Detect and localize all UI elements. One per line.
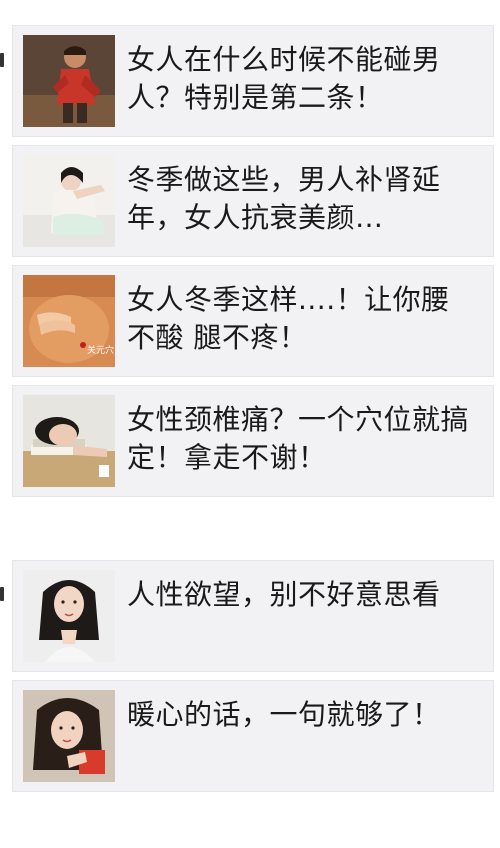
article-title: 女人在什么时候不能碰男人？特别是第二条！ — [127, 43, 441, 114]
abdomen-massage-photo-icon: 关元穴 — [23, 275, 115, 367]
article-card-5[interactable]: 人性欲望，别不好意思看 — [12, 560, 494, 672]
article-card-1[interactable]: 女人在什么时候不能碰男人？特别是第二条！ — [12, 25, 494, 137]
article-title: 冬季做这些，男人补肾延年，女人抗衰美颜… — [127, 163, 441, 234]
article-title: 人性欲望，别不好意思看 — [127, 578, 441, 611]
article-card-2[interactable]: 冬季做这些，男人补肾延年，女人抗衰美颜… — [12, 145, 494, 257]
article-card-6[interactable]: 暖心的话，一句就够了！ — [12, 680, 494, 792]
article-title: 暖心的话，一句就够了！ — [127, 698, 441, 731]
woman-resting-on-books-photo-icon — [23, 395, 115, 487]
article-title: 女性颈椎痛？一个穴位就搞定！拿走不谢！ — [127, 403, 470, 474]
article-card-4[interactable]: 女性颈椎痛？一个穴位就搞定！拿走不谢！ — [12, 385, 494, 497]
thumb-caption: 关元穴 — [87, 344, 114, 356]
article-card-3[interactable]: 关元穴 女人冬季这样....！让你腰不酸 腿不疼！ — [12, 265, 494, 377]
article-feed: 女人在什么时候不能碰男人？特别是第二条！ 冬季做这些，男人补肾延年，女人抗衰美颜… — [0, 0, 500, 848]
group-1-edge-marker — [0, 53, 4, 67]
group-2-edge-marker — [0, 587, 4, 601]
woman-holding-book-photo-icon — [23, 690, 115, 782]
article-title: 女人冬季这样....！让你腰不酸 腿不疼！ — [127, 283, 450, 354]
woman-lying-photo-icon — [23, 155, 115, 247]
woman-portrait-photo-icon — [23, 570, 115, 662]
man-red-shirt-photo-icon — [23, 35, 115, 127]
